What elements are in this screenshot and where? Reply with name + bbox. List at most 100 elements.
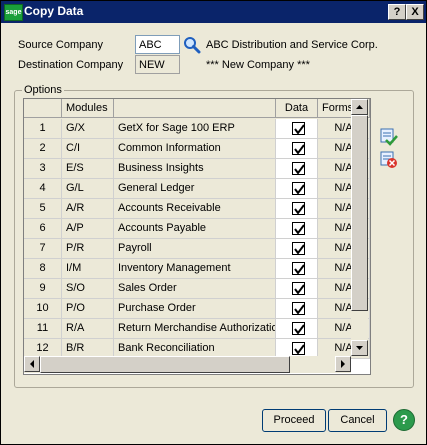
close-button[interactable]: X [406, 4, 424, 20]
data-checkbox[interactable] [292, 302, 305, 315]
table-row[interactable]: 10 P/O Purchase Order N/A [24, 299, 370, 319]
header-num [24, 99, 62, 118]
table-row[interactable]: 11 R/A Return Merchandise Authorization N/A [24, 319, 370, 339]
proceed-button[interactable]: Proceed [262, 409, 326, 432]
module-name: Common Information [114, 139, 276, 159]
module-code: G/L [62, 179, 114, 199]
source-company-field[interactable]: ABC [135, 35, 180, 54]
module-code: S/O [62, 279, 114, 299]
table-row[interactable]: 4 G/L General Ledger N/A [24, 179, 370, 199]
destination-company-name: *** New Company *** [206, 59, 310, 71]
scroll-right-button[interactable] [335, 356, 351, 372]
table-row[interactable]: 3 E/S Business Insights N/A [24, 159, 370, 179]
table-row[interactable]: 7 P/R Payroll N/A [24, 239, 370, 259]
data-cell[interactable] [276, 179, 318, 199]
module-name: Payroll [114, 239, 276, 259]
data-cell[interactable] [276, 299, 318, 319]
data-cell[interactable] [276, 119, 318, 139]
data-checkbox[interactable] [292, 282, 305, 295]
table-row[interactable]: 1 G/X GetX for Sage 100 ERP N/A [24, 119, 370, 139]
table-row[interactable]: 2 C/I Common Information N/A [24, 139, 370, 159]
grid-header: Modules Data Forms [24, 99, 370, 119]
options-legend: Options [22, 84, 64, 96]
data-cell[interactable] [276, 199, 318, 219]
header-name[interactable] [114, 99, 276, 118]
row-number: 6 [24, 219, 62, 239]
row-number: 1 [24, 119, 62, 139]
data-cell[interactable] [276, 159, 318, 179]
copy-data-window: sage Copy Data ? X Source Company ABC AB… [0, 0, 427, 445]
scroll-up-button[interactable] [351, 99, 368, 115]
title-help-button[interactable]: ? [388, 4, 406, 20]
data-checkbox[interactable] [292, 222, 305, 235]
row-number: 3 [24, 159, 62, 179]
module-name: Return Merchandise Authorization [114, 319, 276, 339]
data-cell[interactable] [276, 259, 318, 279]
data-checkbox[interactable] [292, 262, 305, 275]
data-cell[interactable] [276, 319, 318, 339]
data-cell[interactable] [276, 139, 318, 159]
module-name: Accounts Payable [114, 219, 276, 239]
data-checkbox[interactable] [292, 342, 305, 355]
scroll-down-button[interactable] [351, 340, 368, 356]
scroll-left-button[interactable] [24, 356, 40, 372]
window-title: Copy Data [24, 4, 84, 18]
source-company-label: Source Company [18, 39, 103, 51]
table-row[interactable]: 8 I/M Inventory Management N/A [24, 259, 370, 279]
data-checkbox[interactable] [292, 202, 305, 215]
check-all-icon[interactable] [380, 128, 398, 146]
row-number: 4 [24, 179, 62, 199]
horizontal-scroll-thumb[interactable] [40, 356, 290, 373]
title-bar: sage Copy Data ? X [1, 1, 426, 23]
vertical-scroll-thumb[interactable] [351, 115, 368, 311]
data-checkbox[interactable] [292, 122, 305, 135]
data-cell[interactable] [276, 219, 318, 239]
row-number: 8 [24, 259, 62, 279]
module-name: Accounts Receivable [114, 199, 276, 219]
module-code: A/R [62, 199, 114, 219]
row-number: 2 [24, 139, 62, 159]
data-cell[interactable] [276, 279, 318, 299]
table-row[interactable]: 6 A/P Accounts Payable N/A [24, 219, 370, 239]
destination-company-label: Destination Company [18, 59, 124, 71]
data-checkbox[interactable] [292, 162, 305, 175]
module-name: Business Insights [114, 159, 276, 179]
module-name: General Ledger [114, 179, 276, 199]
header-modules[interactable]: Modules [62, 99, 114, 118]
data-checkbox[interactable] [292, 322, 305, 335]
row-number: 10 [24, 299, 62, 319]
header-data[interactable]: Data [276, 99, 318, 118]
row-number: 7 [24, 239, 62, 259]
row-number: 9 [24, 279, 62, 299]
table-row[interactable]: 9 S/O Sales Order N/A [24, 279, 370, 299]
module-code: A/P [62, 219, 114, 239]
data-checkbox[interactable] [292, 242, 305, 255]
row-number: 11 [24, 319, 62, 339]
help-button[interactable]: ? [393, 409, 415, 431]
vertical-scrollbar[interactable] [351, 99, 368, 356]
data-checkbox[interactable] [292, 182, 305, 195]
module-name: Inventory Management [114, 259, 276, 279]
cancel-button[interactable]: Cancel [328, 409, 387, 432]
table-row[interactable]: 5 A/R Accounts Receivable N/A [24, 199, 370, 219]
module-code: E/S [62, 159, 114, 179]
module-name: Purchase Order [114, 299, 276, 319]
data-checkbox[interactable] [292, 142, 305, 155]
row-number: 5 [24, 199, 62, 219]
module-code: I/M [62, 259, 114, 279]
source-company-name: ABC Distribution and Service Corp. [206, 39, 378, 51]
module-code: P/R [62, 239, 114, 259]
clear-all-icon[interactable] [380, 151, 398, 169]
module-code: R/A [62, 319, 114, 339]
module-code: G/X [62, 119, 114, 139]
horizontal-scrollbar[interactable] [24, 356, 351, 373]
module-name: Sales Order [114, 279, 276, 299]
sage-logo-icon: sage [4, 4, 23, 21]
modules-grid: Modules Data Forms 1 G/X GetX for Sage 100… [23, 98, 371, 375]
module-code: P/O [62, 299, 114, 319]
magnifier-icon[interactable] [182, 36, 202, 54]
module-code: C/I [62, 139, 114, 159]
data-cell[interactable] [276, 239, 318, 259]
destination-company-field[interactable]: NEW [135, 55, 180, 74]
module-name: GetX for Sage 100 ERP [114, 119, 276, 139]
